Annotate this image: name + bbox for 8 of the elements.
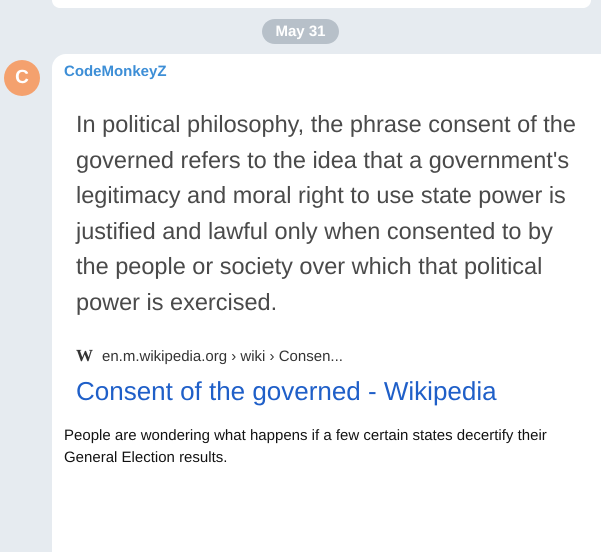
wikipedia-icon: W xyxy=(76,346,93,366)
source-url: en.m.wikipedia.org › wiki › Consen... xyxy=(102,348,343,364)
sender-name[interactable]: CodeMonkeyZ xyxy=(64,63,167,80)
avatar[interactable]: C xyxy=(4,60,40,96)
date-divider: May 31 xyxy=(262,19,339,44)
result-link[interactable]: Consent of the governed - Wikipedia xyxy=(76,376,497,407)
snippet-text: In political philosophy, the phrase consent of the governed refers to the idea that a government's legitimacy and moral right to use state power is justified and lawful only when consented to by the people or society over which that political power is exercised. xyxy=(76,110,577,317)
message-text: People are wondering what happens if a few certain states decertify their General Election results. xyxy=(64,426,548,468)
